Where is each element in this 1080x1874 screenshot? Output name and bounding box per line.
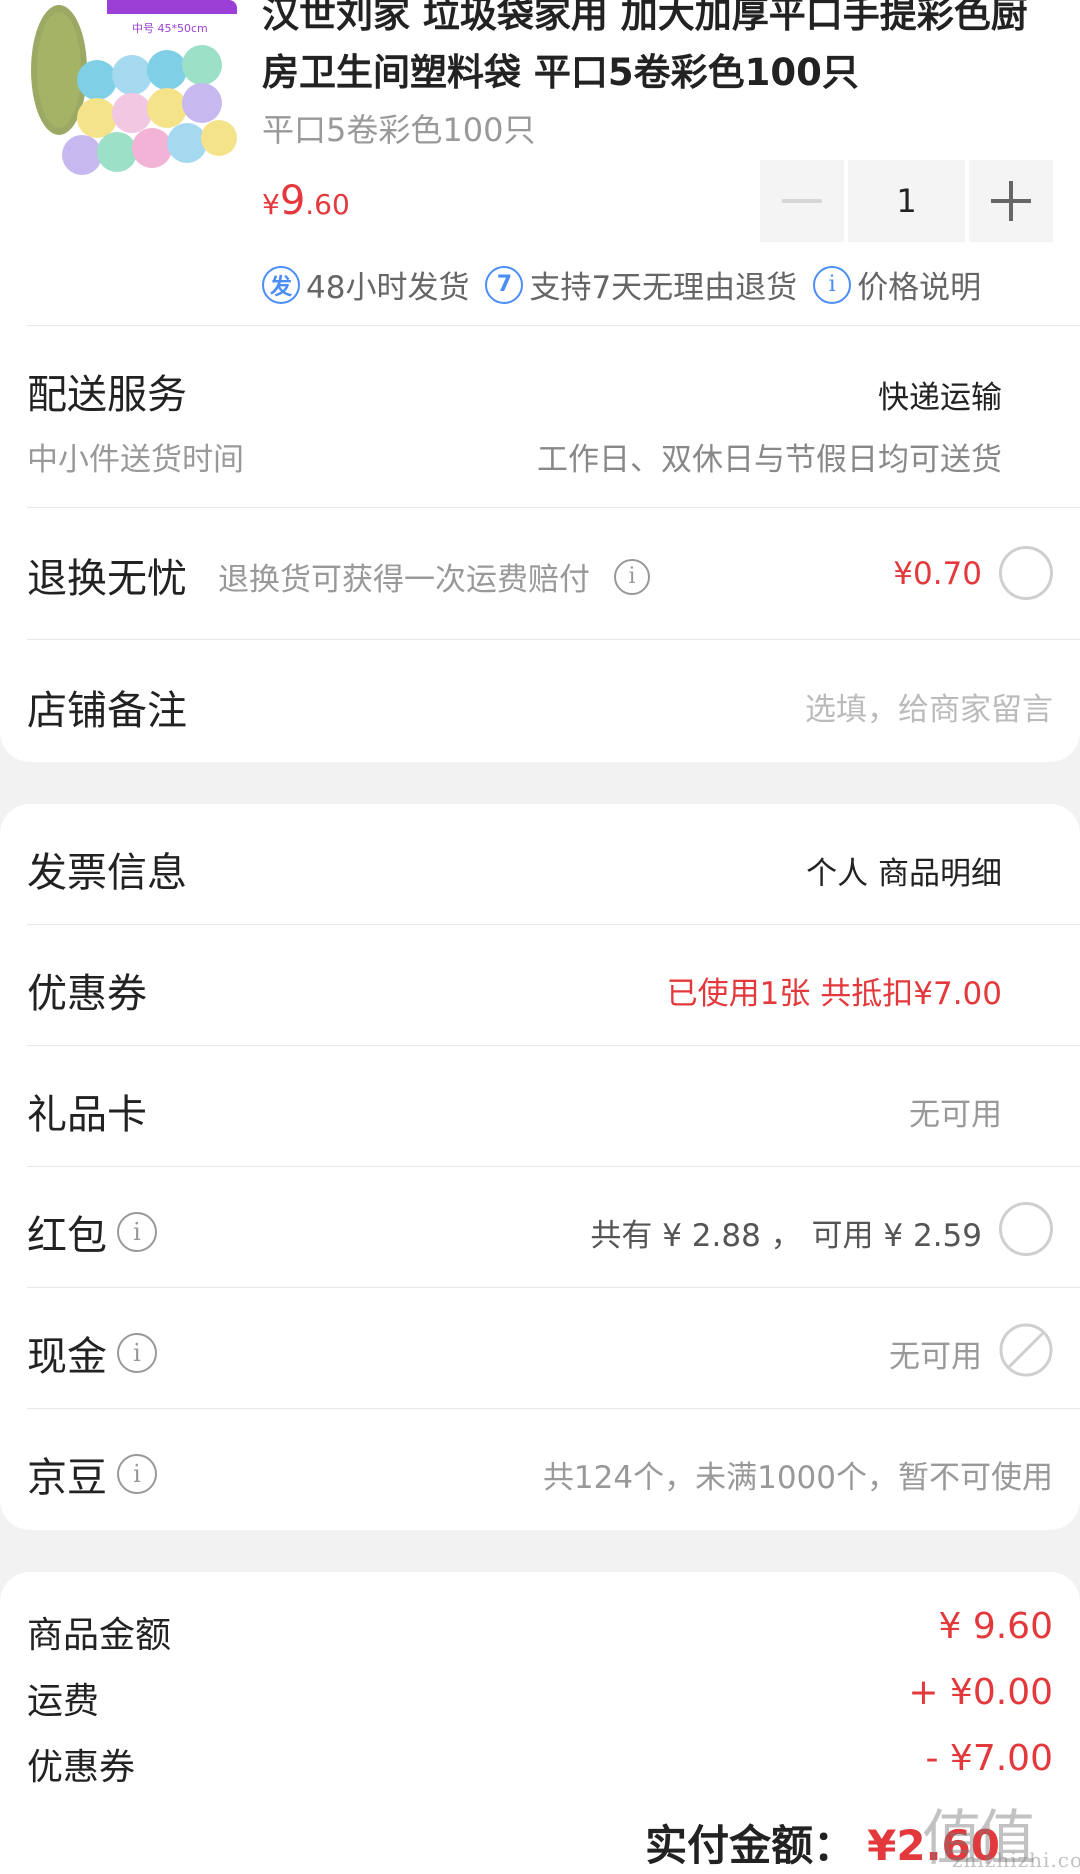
- site-watermark: 值值值 zhizhizhi.com: [922, 1790, 1080, 1874]
- divider: [27, 1287, 1080, 1288]
- price-decimal: .60: [305, 188, 350, 221]
- cash-label: 现金: [27, 1334, 107, 1380]
- return-insurance-radio[interactable]: [999, 546, 1053, 600]
- summary-shipping-value: + ¥0.00: [908, 1672, 1053, 1713]
- coupon-value: 已使用1张 共抵扣¥7.00: [666, 976, 1002, 1012]
- divider: [27, 924, 1080, 925]
- summary-goods-value: ¥ 9.60: [938, 1606, 1053, 1647]
- product-price: ¥9.60: [262, 178, 350, 224]
- divider: [27, 1045, 1080, 1046]
- invoice-value: 个人 商品明细: [806, 856, 1002, 892]
- divider: [27, 507, 1080, 508]
- return-insurance-desc: 退换货可获得一次运费赔付: [218, 562, 590, 598]
- delivery-sub-value: 工作日、双休日与节假日均可送货: [537, 442, 1002, 478]
- tag-label: 48小时发货: [306, 270, 470, 306]
- summary-goods-label: 商品金额: [27, 1615, 172, 1656]
- divider: [27, 1166, 1080, 1167]
- jingdou-label-wrap: 京豆 i: [27, 1445, 157, 1503]
- red-packet-radio[interactable]: [999, 1202, 1053, 1256]
- price-symbol: ¥: [262, 188, 280, 221]
- delivery-value: 快递运输: [878, 380, 1002, 416]
- gift-card-value: 无可用: [909, 1097, 1002, 1133]
- divider: [27, 325, 1080, 326]
- delivery-label: 配送服务: [27, 372, 187, 418]
- product-image[interactable]: 中号 45*50cm: [27, 0, 237, 195]
- decrease-button[interactable]: [760, 160, 844, 242]
- summary-coupon-label: 优惠券: [27, 1747, 136, 1788]
- plus-icon: [991, 181, 1031, 221]
- gift-card-label: 礼品卡: [27, 1092, 147, 1138]
- order-item-card: 中号 45*50cm 汉世刘家 垃圾袋家用 加大加厚平口手提彩色厨房卫生间塑料袋…: [0, 0, 1080, 762]
- red-packet-label-wrap: 红包 i: [27, 1203, 157, 1261]
- info-icon[interactable]: i: [117, 1454, 157, 1494]
- store-note-input[interactable]: 选填，给商家留言: [805, 684, 1053, 729]
- watermark-site: zhizhizhi.com: [952, 1848, 1080, 1872]
- return-insurance-label: 退换无忧: [27, 556, 187, 602]
- tag-price-note[interactable]: i 价格说明: [813, 262, 981, 307]
- cash-value: 无可用: [889, 1339, 982, 1375]
- minus-icon: [782, 199, 822, 203]
- payment-options-card: 发票信息 个人 商品明细 优惠券 已使用1张 共抵扣¥7.00 礼品卡 无可用 …: [0, 804, 1080, 1530]
- info-icon[interactable]: i: [117, 1333, 157, 1373]
- product-title[interactable]: 汉世刘家 垃圾袋家用 加大加厚平口手提彩色厨房卫生间塑料袋 平口5卷彩色100只: [262, 0, 1062, 102]
- tag-7day-return: 7 支持7天无理由退货: [485, 262, 797, 307]
- red-packet-value: 共有 ¥ 2.88 ， 可用 ¥ 2.59: [590, 1218, 982, 1254]
- info-icon[interactable]: i: [117, 1212, 157, 1252]
- delivery-sub-label: 中小件送货时间: [27, 442, 244, 478]
- summary-coupon-value: - ¥7.00: [925, 1738, 1054, 1779]
- invoice-label: 发票信息: [27, 850, 187, 896]
- image-badge-text: 中号 45*50cm: [132, 22, 208, 35]
- tag-label: 价格说明: [857, 270, 982, 306]
- coupon-label: 优惠券: [27, 971, 147, 1017]
- jingdou-label: 京豆: [27, 1455, 107, 1501]
- quantity-stepper: 1: [760, 160, 1053, 242]
- product-spec[interactable]: 平口5卷彩色100只: [262, 105, 535, 151]
- return-insurance-price: ¥0.70: [893, 556, 982, 592]
- tag-label: 支持7天无理由退货: [529, 270, 798, 306]
- divider: [27, 1408, 1080, 1409]
- cash-label-wrap: 现金 i: [27, 1324, 157, 1382]
- summary-shipping-label: 运费: [27, 1681, 100, 1722]
- price-integer: 9: [279, 178, 306, 224]
- increase-button[interactable]: [969, 160, 1053, 242]
- info-icon: i: [813, 265, 852, 304]
- service-tags: 发 48小时发货 7 支持7天无理由退货 i 价格说明: [262, 262, 997, 307]
- info-icon[interactable]: i: [614, 558, 650, 595]
- return-insurance-desc-wrap: 退换货可获得一次运费赔付 i: [218, 554, 650, 599]
- tag-fast-shipping: 发 48小时发货: [262, 262, 469, 307]
- ship-icon: 发: [262, 265, 300, 304]
- red-packet-label: 红包: [27, 1213, 107, 1259]
- store-note-label: 店铺备注: [27, 688, 187, 734]
- divider: [27, 639, 1080, 640]
- seven-day-icon: 7: [485, 265, 524, 304]
- total-label: 实付金额：: [645, 1821, 856, 1870]
- jingdou-value: 共124个，未满1000个，暂不可使用: [542, 1460, 1053, 1496]
- quantity-value[interactable]: 1: [848, 160, 965, 242]
- disabled-circle-icon: [999, 1323, 1053, 1377]
